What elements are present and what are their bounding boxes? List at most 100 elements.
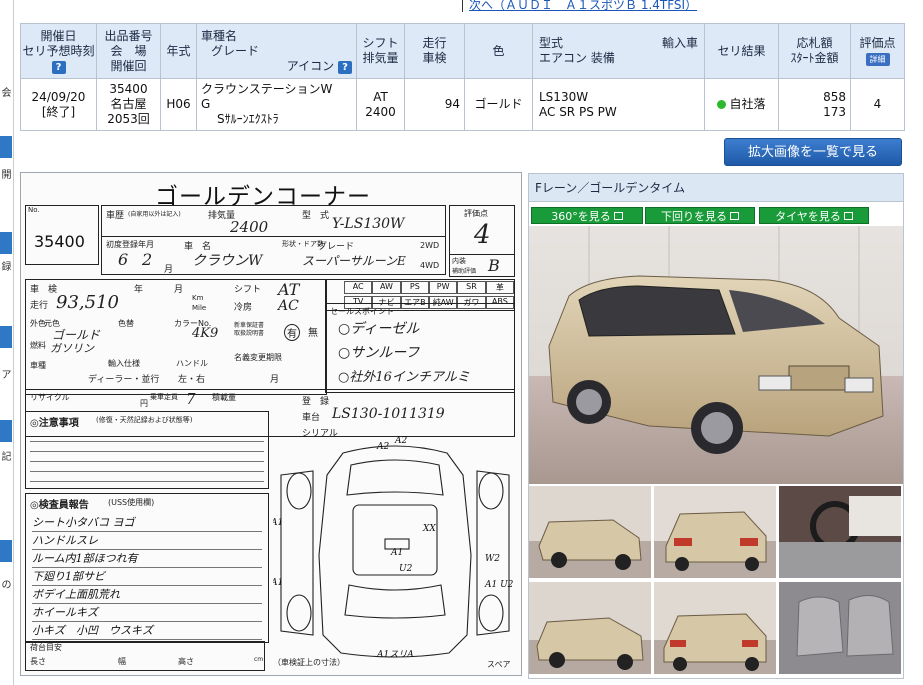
car-damage-diagram: A2 A1 A1 W2 A1 U2 XX A1 U2 A1スリA A2: [273, 436, 514, 660]
cell-model: クラウンステーションW G Sｻﾙｰﾝｴｸｽﾄﾗ: [196, 78, 357, 131]
result-status-dot: [717, 100, 727, 109]
inspector-report-line: ボデイ上面肌荒れ: [32, 586, 262, 604]
sheet-label: 車種: [30, 361, 46, 370]
external-window-icon: [613, 212, 623, 220]
left-strip-tab[interactable]: [0, 136, 12, 158]
sheet-lot-number: 35400: [34, 232, 85, 251]
sheet-handwriting: AT: [278, 280, 300, 299]
shift: AT: [373, 89, 388, 104]
equipment-grid-cell: AW: [372, 281, 401, 294]
sheet-handwriting: AC: [278, 298, 299, 314]
help-icon[interactable]: ?: [338, 60, 352, 74]
sheet-label: 左・右: [178, 375, 206, 385]
sheet-label: シフト: [234, 285, 262, 295]
sheet-label: ◎注意事項: [30, 418, 79, 429]
cell-bid: 858 173: [778, 78, 851, 131]
sheet-handwriting: スーパーサルーンE: [302, 254, 406, 268]
thumbnail-photo[interactable]: [654, 582, 776, 674]
header-lot-label: 出品番号: [104, 28, 153, 43]
thumbnail-photo[interactable]: [654, 486, 776, 578]
header-score: 評価点 詳細: [850, 23, 905, 79]
sheet-label: 燃料: [30, 341, 46, 350]
left-strip-tab[interactable]: [0, 540, 12, 562]
header-import-label: 輸入車: [661, 36, 698, 50]
main-car-photo[interactable]: [529, 226, 903, 484]
left-strip-item[interactable]: の: [0, 580, 13, 592]
sheet-handwriting: 2: [142, 250, 153, 269]
thumbnail-photo[interactable]: [529, 486, 651, 578]
cell-score: 4: [850, 78, 905, 131]
cell-date: 24/09/20 [終了]: [20, 78, 97, 131]
sheet-label: 年: [134, 285, 144, 295]
sheet-handwriting: ガソリン: [50, 342, 94, 355]
sheet-label: 初度登録年月: [106, 240, 154, 249]
thumbnail-photo[interactable]: [779, 486, 901, 578]
sheet-handwriting: Y-LS130W: [332, 216, 405, 232]
sheet-label: 2WD: [420, 241, 440, 250]
left-strip-tab[interactable]: [0, 326, 12, 348]
photo-panel-header: Fレーン／ゴールデンタイム: [529, 174, 903, 202]
sheet-label: 車台: [302, 413, 321, 423]
header-type-label: 型式: [539, 36, 564, 50]
sheet-spec-box: 車 検 年 月 シフト AT 走行 93,510 Km Mile 冷房 AC 外…: [25, 279, 327, 395]
sheet-label: 評価点: [464, 209, 488, 218]
left-strip-item[interactable]: 開: [0, 170, 13, 182]
sheet-handwriting: ○サンルーフ: [338, 345, 420, 361]
sheet-handwriting: クラウンW: [192, 253, 263, 269]
left-strip-item[interactable]: 録: [0, 262, 13, 274]
damage-mark: A1: [390, 548, 403, 558]
auction-sheet-image[interactable]: ゴールデンコーナー No. 35400 車歴 (自家用以外は記入) 排気量 24…: [20, 172, 522, 676]
sheet-label: 取扱説明書: [234, 330, 265, 337]
header-color: 色: [464, 23, 533, 79]
sheet-label: 冷房: [234, 303, 253, 313]
sheet-label: ハンドル: [176, 359, 208, 368]
view-360-button[interactable]: 360°を見る: [531, 207, 643, 224]
sheet-label: ◎検査員報告: [30, 500, 89, 511]
next-vehicle-link[interactable]: 次へ（ＡＵＤＩ Ａ１スポツＢ 1.4TFSI）: [462, 0, 697, 12]
header-equipment-label: エアコン 装備: [539, 51, 615, 65]
left-strip-item[interactable]: 会: [0, 88, 13, 100]
sheet-handwriting: LS130-1011319: [332, 406, 445, 422]
sheet-label: (USS使用欄): [108, 498, 155, 507]
damage-mark: A2: [394, 436, 407, 446]
header-grade-label: グレード: [211, 43, 260, 58]
left-strip-item[interactable]: 記: [0, 452, 13, 464]
header-result: セリ結果: [704, 23, 779, 79]
sheet-handwriting: 4: [474, 220, 491, 250]
sheet-label: (自家用以外は記入): [128, 211, 181, 218]
left-strip-tab[interactable]: [0, 232, 12, 254]
view-underside-button[interactable]: 下回りを見る: [645, 207, 755, 224]
sheet-label: 色替: [118, 319, 134, 328]
thumbnail-photo[interactable]: [779, 582, 901, 674]
left-strip-tab[interactable]: [0, 420, 12, 442]
sheet-label: 補助評価: [452, 268, 477, 275]
view-360-label: 360°を見る: [551, 210, 611, 223]
result-text: 自社落: [729, 97, 766, 111]
view-tires-button[interactable]: タイヤを見る: [759, 207, 869, 224]
external-window-icon: [730, 212, 739, 220]
sheet-cargo-box: 荷台目安 長さ 幅 高さ cm: [25, 641, 265, 671]
score-detail-badge[interactable]: 詳細: [865, 53, 890, 66]
equipment-grid-cell: SR: [457, 281, 486, 294]
sheet-label: 名義変更期限: [234, 353, 282, 362]
sheet-inspector-box: ◎検査員報告 (USS使用欄) シート小タバコ ヨゴ ハンドルスレ ルーム内1部ほつ…: [25, 493, 269, 643]
sheet-label: Km: [192, 294, 204, 302]
sheet-lot-box: No. 35400: [25, 205, 99, 265]
model-name-cont: G: [201, 97, 211, 111]
sheet-label: 走行: [30, 301, 49, 311]
sheet-label: 月: [164, 265, 174, 275]
sheet-label: 幅: [118, 657, 126, 666]
header-mileage-label: 走行: [422, 36, 447, 50]
sheet-label: 積載量: [212, 393, 236, 402]
thumbnail-photo[interactable]: [529, 582, 651, 674]
left-scroll-strip: 会 開 録 ア 記 の: [0, 0, 14, 685]
expand-images-button[interactable]: 拡大画像を一覧で見る: [724, 138, 902, 166]
sheet-label: 無: [308, 328, 318, 339]
sheet-handwriting: B: [488, 256, 500, 275]
auction-date: 24/09/20: [31, 89, 86, 104]
left-strip-item[interactable]: ア: [0, 370, 13, 382]
external-window-icon: [843, 212, 853, 220]
inspector-report-line: 小キズ 小凹 ウスキズ: [32, 622, 262, 640]
auction-status: [終了]: [41, 104, 76, 119]
help-icon[interactable]: ?: [51, 60, 66, 74]
